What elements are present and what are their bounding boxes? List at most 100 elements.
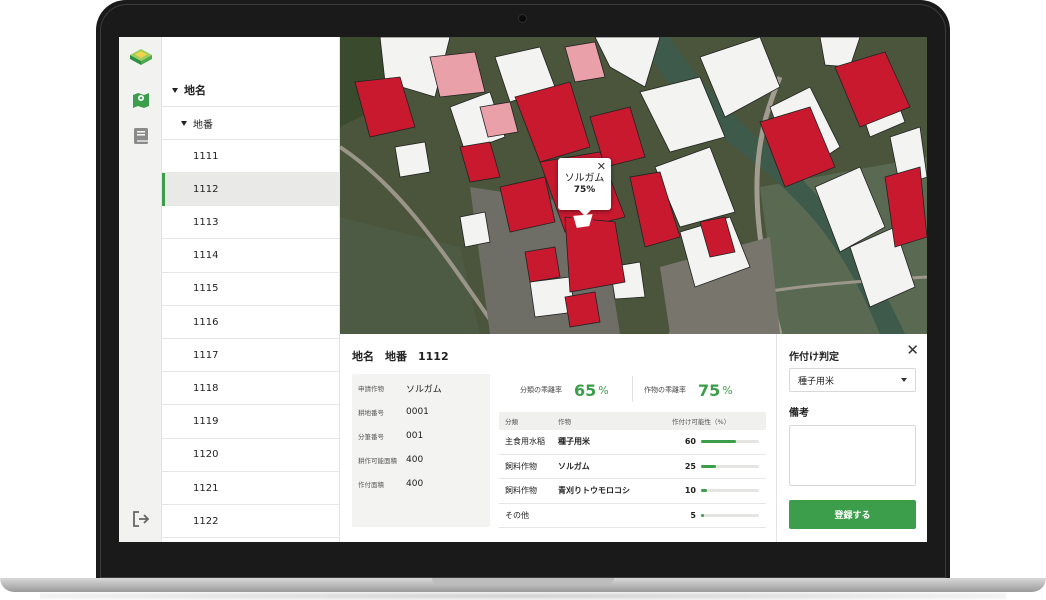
info-value: 400	[406, 479, 424, 489]
popup-tail	[579, 210, 591, 216]
memo-label: 備考	[789, 408, 809, 419]
divider	[632, 376, 633, 402]
header-category: 分類	[505, 418, 518, 426]
lot-detail-title: 地名 地番 1112	[352, 350, 449, 363]
rate-value: 65	[574, 380, 597, 400]
rate-value: 75	[698, 380, 721, 400]
probability-table: 分類 作物 作付け可能性（%） 主食用水稲 種子用米 60 飼料作物 ソルガム 25 飼料作…	[499, 412, 766, 528]
info-row: 分筆番号 001	[358, 424, 488, 448]
info-row: 耕作可能面積 400	[358, 448, 488, 472]
judgment-panel: 作付け判定 ✕ 種子用米 備考 登録する	[776, 334, 927, 542]
cell-crop: ソルガム	[558, 461, 590, 471]
info-row: 作付面積 400	[358, 472, 488, 496]
info-key: 耕作可能面積	[358, 457, 397, 465]
laptop-frame: 地名 地番 1111 1112 1113 1114 1115 1116 1117 1118 11…	[0, 0, 1046, 600]
map-popup: ✕ ソルガム 75%	[558, 158, 611, 210]
tree-item-lot[interactable]: 1118	[162, 372, 340, 406]
cell-category: 飼料作物	[505, 486, 537, 496]
satellite-map[interactable]: ✕ ソルガム 75%	[340, 37, 927, 334]
tree-item-lot[interactable]: 1113	[162, 206, 340, 240]
probability-bar-fill	[701, 489, 707, 493]
tree-item-lot[interactable]: 1122	[162, 505, 340, 539]
map-icon[interactable]	[130, 89, 152, 111]
rate-unit: %	[722, 383, 733, 397]
probability-bar	[701, 489, 759, 493]
info-value: 400	[406, 455, 424, 465]
tree-item-lot[interactable]: 1112	[162, 173, 340, 207]
tree-item-label: 1119	[193, 416, 219, 428]
info-value: 001	[406, 431, 424, 441]
info-row: 申請作物 ソルガム	[358, 376, 488, 400]
tree-item-label: 1118	[193, 382, 219, 394]
crop-select-value: 種子用米	[798, 376, 835, 387]
app-screen: 地名 地番 1111 1112 1113 1114 1115 1116 1117 1118 11…	[119, 37, 927, 542]
lot-info-box: 申請作物 ソルガム耕地番号 0001 分筆番号 001 耕作可能面積 400 作付面積 400	[352, 374, 490, 527]
popup-crop-name: ソルガム	[564, 173, 605, 184]
info-value: 0001	[406, 407, 429, 417]
table-row: その他 5	[499, 504, 766, 528]
table-header: 分類 作物 作付け可能性（%）	[499, 412, 766, 430]
probability-bar	[701, 440, 759, 444]
tree-root-chimei[interactable]: 地名	[162, 74, 340, 107]
header-probability: 作付け可能性（%）	[672, 418, 731, 426]
tree-item-lot[interactable]: 1111	[162, 140, 340, 173]
tree-item-label: 1122	[193, 515, 219, 527]
table-row: 飼料作物 青刈りトウモロコシ 10	[499, 479, 766, 504]
tree-item-lot[interactable]: 1114	[162, 240, 340, 273]
tree-node-label: 地番	[193, 119, 213, 131]
tree-item-lot[interactable]: 1121	[162, 472, 340, 505]
judgment-title: 作付け判定	[789, 352, 839, 363]
map-imagery	[340, 37, 927, 334]
laptop-shadow	[40, 592, 1006, 600]
header-crop: 作物	[558, 418, 571, 426]
close-icon[interactable]: ✕	[906, 341, 919, 359]
tree-item-label: 1112	[193, 183, 219, 195]
tree-item-label: 1111	[193, 150, 219, 162]
tree-item-lot[interactable]: 1119	[162, 406, 340, 439]
tree-item-label: 1120	[193, 449, 219, 461]
rate-label: 分類の乖離率	[520, 386, 562, 394]
rate-label: 作物の乖離率	[644, 386, 686, 394]
info-row: 耕地番号 0001	[358, 400, 488, 424]
tree-item-label: 1114	[193, 250, 219, 262]
tree-item-lot[interactable]: 1120	[162, 439, 340, 472]
tree-item-lot[interactable]: 1115	[162, 273, 340, 306]
info-key: 作付面積	[358, 481, 384, 489]
caret-down-icon	[172, 87, 178, 93]
tree-item-label: 1116	[193, 316, 219, 328]
popup-percent: 75%	[573, 185, 596, 195]
cell-crop: 種子用米	[558, 437, 590, 447]
info-key: 分筆番号	[358, 433, 384, 441]
camera-icon	[518, 14, 527, 23]
probability-bar-fill	[701, 440, 736, 444]
app-logo-icon[interactable]	[128, 46, 154, 68]
category-deviation-rate: 分類の乖離率 65 %	[520, 378, 609, 402]
memo-field[interactable]	[789, 425, 916, 486]
cell-probability: 60	[684, 437, 696, 447]
cell-probability: 5	[690, 510, 696, 520]
crop-deviation-rate: 作物の乖離率 75 %	[644, 378, 733, 402]
crop-select[interactable]: 種子用米	[789, 368, 916, 392]
chevron-down-icon	[901, 378, 907, 382]
tree-item-label: 1117	[193, 349, 219, 361]
tree-item-lot[interactable]: 1117	[162, 339, 340, 373]
table-body: 主食用水稲 種子用米 60 飼料作物 ソルガム 25 飼料作物 青刈りトウモロコシ 10 その他 5	[499, 430, 766, 528]
probability-bar	[701, 513, 759, 517]
register-button[interactable]: 登録する	[789, 500, 916, 529]
tree-node-chiban[interactable]: 地番	[162, 107, 340, 140]
book-icon[interactable]	[130, 125, 152, 147]
probability-bar-fill	[701, 513, 704, 517]
tree-root-label: 地名	[184, 84, 206, 97]
tree-item-label: 1121	[193, 482, 219, 494]
lot-detail-panel: 地名 地番 1112 申請作物 ソルガム耕地番号 0001 分筆番号 001 耕作可能面積…	[340, 334, 776, 542]
icon-rail	[119, 37, 162, 542]
tree-item-lot[interactable]: 1116	[162, 306, 340, 339]
table-row: 主食用水稲 種子用米 60	[499, 430, 766, 455]
laptop-notch	[432, 578, 614, 585]
table-row: 飼料作物 ソルガム 25	[499, 455, 766, 479]
info-key: 耕地番号	[358, 409, 384, 417]
probability-bar	[701, 464, 759, 468]
logout-icon[interactable]	[130, 508, 152, 530]
cell-category: 飼料作物	[505, 461, 537, 471]
cell-category: 主食用水稲	[505, 437, 545, 447]
